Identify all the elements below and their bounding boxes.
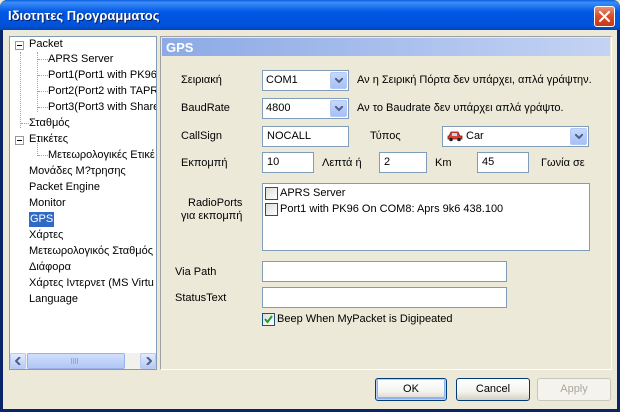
serial-port-combo[interactable]: COM1 [262, 70, 349, 91]
tree-line [38, 59, 48, 60]
ok-button[interactable]: OK [375, 378, 447, 401]
chevron-down-icon [335, 78, 343, 83]
scroll-thumb[interactable] [27, 353, 125, 369]
chevron-down-icon [335, 106, 343, 111]
cancel-button[interactable]: Cancel [456, 378, 530, 401]
serial-label: Σειριακή [181, 74, 222, 86]
tree-line [38, 107, 48, 108]
tree-item-station[interactable]: Σταθμός [29, 116, 70, 131]
tree-horizontal-scrollbar[interactable] [10, 353, 156, 369]
type-dropdown-button[interactable] [570, 128, 587, 145]
tree-line [20, 52, 21, 128]
beep-checkbox-row[interactable]: Beep When MyPacket is Digipeated [262, 312, 492, 327]
via-path-input[interactable] [262, 261, 507, 282]
radioport-label: APRS Server [280, 187, 346, 199]
collapse-toggle-packet[interactable] [15, 41, 24, 50]
via-path-label: Via Path [175, 266, 217, 278]
serial-dropdown-button[interactable] [330, 72, 347, 89]
minutes-or-label: Λεπτά ή [322, 157, 362, 169]
radioport-label: Port1 with PK96 On COM8: Aprs 9k6 438.10… [280, 203, 504, 215]
close-button[interactable] [594, 6, 615, 27]
radioport-item-port1[interactable]: Port1 with PK96 On COM8: Aprs 9k6 438.10… [265, 202, 585, 217]
apply-button[interactable]: Apply [537, 378, 611, 401]
tree-line [38, 91, 48, 92]
type-label: Τύπος [370, 130, 401, 142]
baudrate-label: BaudRate [181, 102, 230, 114]
tree-item-monitor[interactable]: Monitor [29, 196, 66, 211]
tree-item-weather-station[interactable]: Μετεωρολογικός Σταθμός [29, 244, 153, 259]
tree-item-packet[interactable]: Packet [29, 37, 63, 52]
emission-minutes-input[interactable]: 10 [262, 152, 314, 173]
tree-item-port1[interactable]: Port1(Port1 with PK96 [48, 68, 156, 83]
radioports-list[interactable]: APRS Server Port1 with PK96 On COM8: Apr… [262, 183, 590, 251]
baudrate-dropdown-button[interactable] [330, 100, 347, 117]
tree-item-weather-labels[interactable]: Μετεωρολογικές Ετικέ [48, 148, 155, 163]
window-title: Ιδιοτητες Προγραμματος [8, 8, 160, 23]
panel-header: GPS [162, 38, 610, 56]
serial-port-value: COM1 [266, 74, 298, 86]
km-label: Km [435, 157, 452, 169]
baudrate-value: 4800 [266, 102, 291, 114]
chevron-left-icon [15, 357, 21, 365]
angle-label: Γωνία σε [541, 157, 585, 169]
chevron-right-icon [146, 357, 152, 365]
callsign-input[interactable]: NOCALL [262, 126, 349, 147]
tree-item-misc[interactable]: Διάφορα [29, 260, 71, 275]
tree-item-port3[interactable]: Port3(Port3 with Share [48, 100, 156, 115]
type-combo[interactable]: Car [442, 126, 589, 147]
tree-items: Packet APRS Server Port1(Port1 with PK96… [10, 37, 156, 353]
tree-line [38, 155, 48, 156]
radioport-checkbox[interactable] [265, 203, 278, 216]
emission-angle-input[interactable]: 45 [477, 152, 529, 173]
collapse-toggle-labels[interactable] [15, 136, 24, 145]
close-icon [599, 11, 610, 22]
panel-title: GPS [166, 40, 194, 55]
dialog-body: Packet APRS Server Port1(Port1 with PK96… [3, 30, 617, 409]
radioport-item-aprs-server[interactable]: APRS Server [265, 186, 585, 201]
beep-label: Beep When MyPacket is Digipeated [277, 313, 453, 325]
scroll-left-button[interactable] [10, 353, 26, 369]
tree-item-units[interactable]: Μονάδες Μ?τρησης [29, 164, 126, 179]
tree-item-maps[interactable]: Χάρτες [29, 228, 63, 243]
tree-item-aprs-server[interactable]: APRS Server [48, 52, 113, 67]
emission-km-input[interactable]: 2 [379, 152, 427, 173]
serial-hint: Αν η Σειρική Πόρτα δεν υπάρχει, απλά γρά… [357, 74, 592, 86]
tree-line [21, 123, 29, 124]
tree-item-packet-engine[interactable]: Packet Engine [29, 180, 100, 195]
tree-item-port2[interactable]: Port2(Port2 with TAPR [48, 84, 156, 99]
radioport-checkbox[interactable] [265, 187, 278, 200]
title-bar[interactable]: Ιδιοτητες Προγραμματος [0, 0, 620, 30]
chevron-down-icon [575, 134, 583, 139]
car-icon [447, 131, 463, 142]
baudrate-hint: Αν το Baudrate δεν υπάρχει απλά γράψτο. [357, 102, 564, 114]
tree-item-internet-maps[interactable]: Χάρτες Ιντερνετ (MS Virtu [29, 276, 154, 291]
tree-line [37, 52, 38, 112]
emission-label: Εκπομπή [181, 157, 228, 169]
gps-settings-panel: GPS Σειριακή COM1 Αν η Σειρική Πόρτα δεν… [160, 36, 612, 370]
radioports-label: RadioPorts [188, 197, 243, 209]
checkmark-icon [264, 315, 273, 324]
tree-item-language[interactable]: Language [29, 292, 78, 307]
type-value: Car [466, 130, 484, 142]
status-text-label: StatusText [175, 292, 227, 304]
scroll-right-button[interactable] [140, 353, 156, 369]
callsign-label: CallSign [181, 130, 222, 142]
tree-item-gps[interactable]: GPS [29, 212, 55, 227]
properties-window: Ιδιοτητες Προγραμματος Packet APRS Serve… [0, 0, 620, 412]
settings-tree[interactable]: Packet APRS Server Port1(Port1 with PK96… [9, 36, 157, 370]
radioports-sublabel: για εκπομπή [181, 210, 243, 222]
tree-line [38, 75, 48, 76]
beep-checkbox[interactable] [262, 313, 275, 326]
baudrate-combo[interactable]: 4800 [262, 98, 349, 119]
status-text-input[interactable] [262, 287, 507, 308]
tree-item-labels[interactable]: Ετικέτες [29, 132, 68, 147]
